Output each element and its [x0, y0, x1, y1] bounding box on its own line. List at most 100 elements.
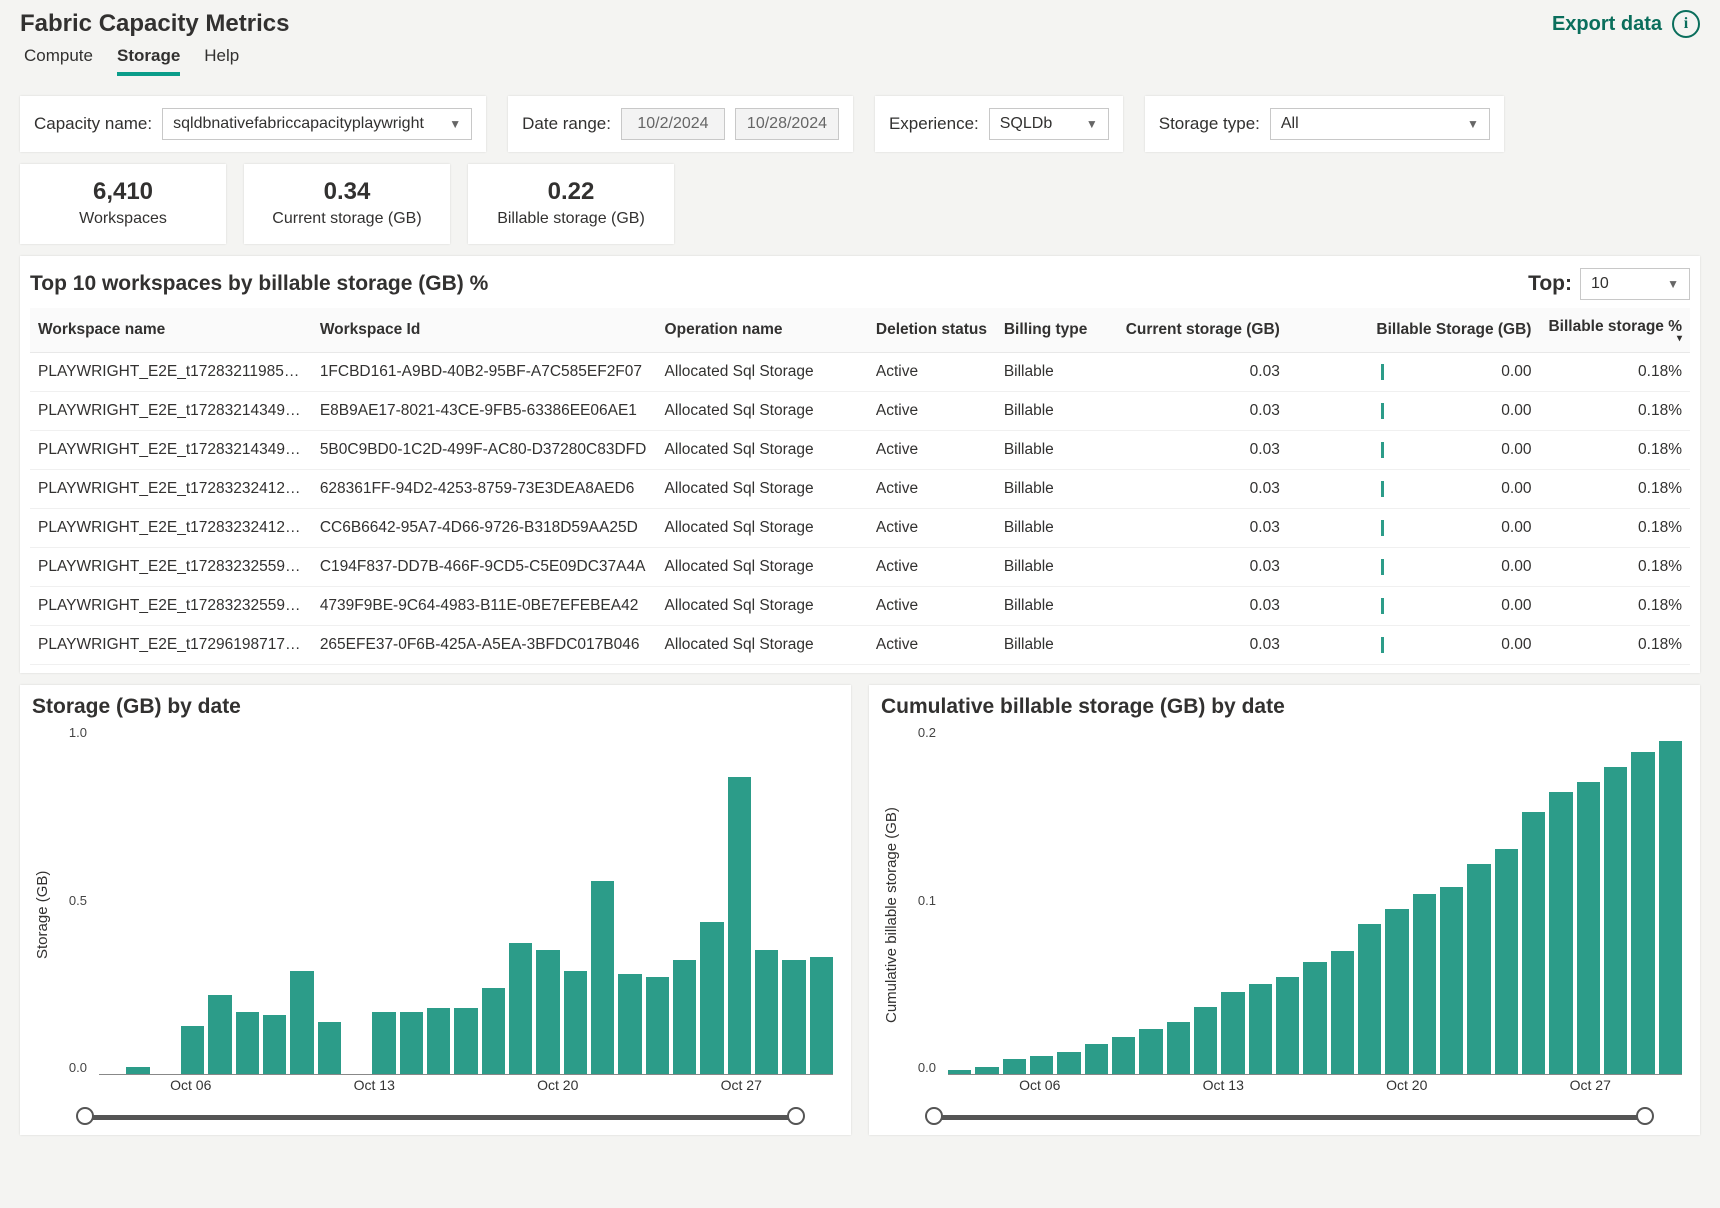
chart-panel: Storage (GB) by dateStorage (GB)1.00.50.…: [20, 685, 851, 1135]
info-icon[interactable]: i: [1672, 10, 1700, 38]
bar[interactable]: [564, 971, 587, 1075]
chart-plot-area[interactable]: 0.20.10.0Oct 06Oct 13Oct 20Oct 27: [902, 725, 1688, 1105]
column-header[interactable]: Workspace name: [30, 308, 312, 353]
column-header[interactable]: Billable storage %▾: [1539, 308, 1690, 353]
table-row[interactable]: PLAYWRIGHT_E2E_t1729619871727_28...265EF…: [30, 626, 1690, 665]
date-range-slider[interactable]: [84, 1107, 797, 1127]
bar[interactable]: [673, 960, 696, 1074]
bar[interactable]: [454, 1008, 477, 1074]
bar[interactable]: [1030, 1056, 1053, 1074]
bar[interactable]: [208, 995, 231, 1074]
slider-handle-end[interactable]: [1636, 1107, 1654, 1125]
bar[interactable]: [1358, 924, 1381, 1074]
bar[interactable]: [782, 960, 805, 1074]
export-data-link[interactable]: Export data: [1552, 13, 1662, 36]
bar[interactable]: [646, 977, 669, 1074]
slider-handle-start[interactable]: [76, 1107, 94, 1125]
column-header[interactable]: Current storage (GB): [1117, 308, 1288, 353]
cell-workspace-id: CC6B6642-95A7-4D66-9726-B318D59AA25D: [312, 509, 657, 548]
bar[interactable]: [755, 950, 778, 1074]
bar[interactable]: [1604, 767, 1627, 1075]
slider-handle-end[interactable]: [787, 1107, 805, 1125]
bar[interactable]: [126, 1067, 149, 1074]
tab-help[interactable]: Help: [204, 44, 239, 76]
date-range-slider[interactable]: [933, 1107, 1646, 1127]
column-header[interactable]: Billing type: [996, 308, 1117, 353]
slider-handle-start[interactable]: [925, 1107, 943, 1125]
bar[interactable]: [1495, 849, 1518, 1074]
date-start-input[interactable]: 10/2/2024: [621, 108, 725, 140]
bar[interactable]: [1194, 1007, 1217, 1075]
bar[interactable]: [318, 1022, 341, 1074]
bar[interactable]: [1631, 752, 1654, 1075]
metric-card: 6,410Workspaces: [20, 164, 226, 244]
experience-dropdown[interactable]: SQLDb ▼: [989, 108, 1109, 140]
bar[interactable]: [1577, 782, 1600, 1075]
bar[interactable]: [236, 1012, 259, 1074]
bar[interactable]: [975, 1067, 998, 1075]
bar[interactable]: [181, 1026, 204, 1074]
bar[interactable]: [1467, 864, 1490, 1074]
bar[interactable]: [1303, 962, 1326, 1075]
cell-current-storage: 0.03: [1117, 431, 1288, 470]
bar[interactable]: [263, 1015, 286, 1074]
bar[interactable]: [1440, 887, 1463, 1075]
table-row[interactable]: PLAYWRIGHT_E2E_t1728323241296_3a...62836…: [30, 470, 1690, 509]
bar[interactable]: [728, 777, 751, 1074]
bar[interactable]: [1167, 1022, 1190, 1075]
bar[interactable]: [372, 1012, 395, 1074]
bar[interactable]: [618, 974, 641, 1074]
bar[interactable]: [1003, 1059, 1026, 1074]
bar[interactable]: [1112, 1037, 1135, 1075]
table-row[interactable]: PLAYWRIGHT_E2E_t1728321434921_0c8...5B0C…: [30, 431, 1690, 470]
bar[interactable]: [1385, 909, 1408, 1074]
bar[interactable]: [700, 922, 723, 1074]
bar[interactable]: [400, 1012, 423, 1074]
bar[interactable]: [1221, 992, 1244, 1075]
cell-billable-storage: 0.00: [1288, 470, 1540, 509]
capacity-name-dropdown[interactable]: sqldbnativefabriccapacityplaywright ▼: [162, 108, 472, 140]
date-end-input[interactable]: 10/28/2024: [735, 108, 839, 140]
column-header[interactable]: Deletion status: [868, 308, 996, 353]
bar[interactable]: [948, 1070, 971, 1074]
cell-deletion-status: Active: [868, 392, 996, 431]
bar[interactable]: [1331, 951, 1354, 1074]
x-tick: Oct 13: [283, 1077, 467, 1095]
sparkline: [1381, 364, 1481, 380]
bar[interactable]: [290, 971, 313, 1075]
bar[interactable]: [1057, 1052, 1080, 1075]
cell-billable-pct: 0.18%: [1539, 353, 1690, 392]
table-row[interactable]: PLAYWRIGHT_E2E_t1728323255945_0e...4739F…: [30, 587, 1690, 626]
experience-label: Experience:: [889, 114, 979, 134]
metric-value: 0.34: [244, 178, 450, 206]
x-tick: Oct 27: [650, 1077, 834, 1095]
column-header[interactable]: Billable Storage (GB): [1288, 308, 1540, 353]
column-header[interactable]: Operation name: [657, 308, 868, 353]
tab-storage[interactable]: Storage: [117, 44, 180, 76]
top-n-dropdown[interactable]: 10 ▼: [1580, 268, 1690, 300]
table-row[interactable]: PLAYWRIGHT_E2E_t1728321198508_0ea...1FCB…: [30, 353, 1690, 392]
bar[interactable]: [536, 950, 559, 1074]
bar[interactable]: [1276, 977, 1299, 1075]
storage-type-dropdown[interactable]: All ▼: [1270, 108, 1490, 140]
metric-value: 0.22: [468, 178, 674, 206]
bar[interactable]: [591, 881, 614, 1074]
bar[interactable]: [1522, 812, 1545, 1075]
bar[interactable]: [1139, 1029, 1162, 1074]
column-header[interactable]: Workspace Id: [312, 308, 657, 353]
bar[interactable]: [427, 1008, 450, 1074]
chart-plot-area[interactable]: 1.00.50.0Oct 06Oct 13Oct 20Oct 27: [53, 725, 839, 1105]
bar[interactable]: [810, 957, 833, 1074]
bar[interactable]: [482, 988, 505, 1074]
bar[interactable]: [1085, 1044, 1108, 1074]
bar[interactable]: [1549, 792, 1572, 1074]
bar[interactable]: [1249, 984, 1272, 1074]
cell-workspace-name: PLAYWRIGHT_E2E_t1728321434921_0c8...: [30, 431, 312, 470]
bar[interactable]: [509, 943, 532, 1074]
table-row[interactable]: PLAYWRIGHT_E2E_t1728323241296_3a...CC6B6…: [30, 509, 1690, 548]
tab-compute[interactable]: Compute: [24, 44, 93, 76]
bar[interactable]: [1413, 894, 1436, 1074]
bar[interactable]: [1659, 741, 1682, 1074]
table-row[interactable]: PLAYWRIGHT_E2E_t1728323255945_0e...C194F…: [30, 548, 1690, 587]
table-row[interactable]: PLAYWRIGHT_E2E_t1728321434921_0c8...E8B9…: [30, 392, 1690, 431]
